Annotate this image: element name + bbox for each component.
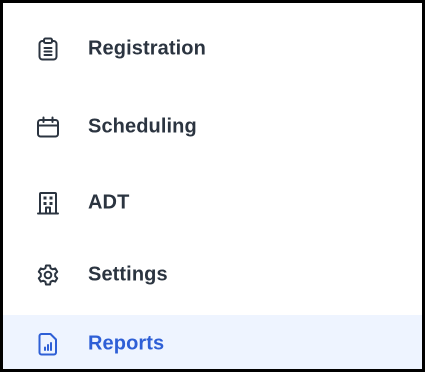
- menu-item-label: Settings: [88, 263, 168, 286]
- menu-item-reports[interactable]: Reports: [3, 315, 422, 369]
- menu-item-scheduling[interactable]: Scheduling: [3, 95, 422, 159]
- menu-item-label: Reports: [88, 332, 165, 354]
- menu-item-label: Registration: [88, 37, 206, 60]
- screenshot-frame: Registration Scheduling ADT Settings Rep…: [0, 0, 425, 372]
- menu-item-label: ADT: [88, 191, 130, 214]
- building-icon: [36, 191, 60, 215]
- navigation-menu: Registration Scheduling ADT Settings Rep…: [3, 3, 422, 369]
- calendar-icon: [36, 115, 60, 139]
- report-chart-icon: [36, 332, 60, 356]
- menu-item-label: Scheduling: [88, 115, 197, 138]
- gear-icon: [36, 263, 60, 287]
- menu-item-adt[interactable]: ADT: [3, 171, 422, 235]
- menu-item-registration[interactable]: Registration: [3, 17, 422, 81]
- menu-item-settings[interactable]: Settings: [3, 243, 422, 307]
- clipboard-icon: [36, 37, 60, 61]
